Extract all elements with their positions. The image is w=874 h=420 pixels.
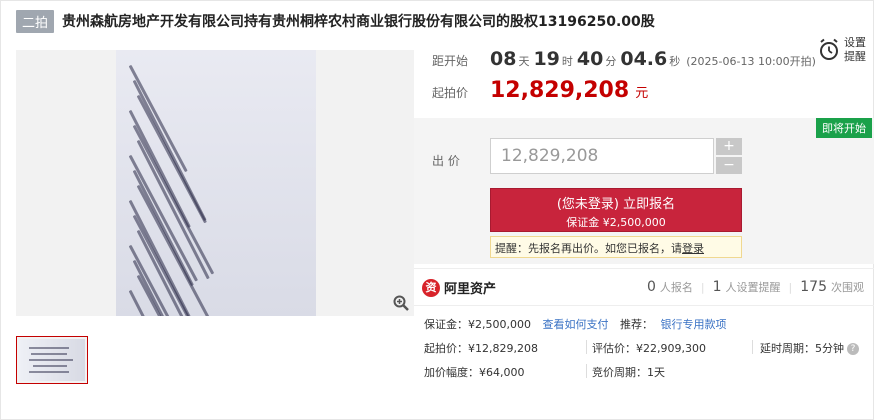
divider: | — [700, 281, 705, 294]
increase-bid-button[interactable]: + — [716, 138, 742, 155]
views-count: 175 — [800, 279, 827, 295]
bid-increment: 加价幅度：¥64,000 — [424, 366, 525, 379]
divider: | — [788, 281, 793, 294]
auction-stats: 0 人报名 | 1 人设置提醒 | 175 次围观 — [647, 279, 864, 295]
delay-period-text: 延时周期：5分钟 — [760, 342, 844, 355]
status-badge: 即将开始 — [816, 118, 872, 138]
login-tip: 提醒：先报名再出价。如您已报名，请登录 — [490, 236, 742, 258]
thumbnail[interactable] — [16, 336, 88, 384]
deposit-text: 保证金：¥2,500,000 — [424, 318, 531, 331]
round-tag: 二拍 — [16, 9, 55, 33]
countdown-label: 距开始 — [432, 54, 469, 68]
start-price-value: 12,829,208 — [490, 78, 630, 103]
alarm-clock-icon — [820, 38, 838, 60]
column-divider — [752, 340, 753, 354]
recommend-label: 推荐： — [619, 318, 653, 331]
deposit-row: 保证金：¥2,500,000 查看如何支付 推荐： 银行专用款项 — [424, 316, 726, 332]
decrease-bid-button[interactable]: − — [716, 157, 742, 174]
ali-assets-icon: 资 — [422, 278, 440, 297]
auction-period: 竞价周期：1天 — [592, 366, 665, 379]
second-unit: 秒 — [669, 55, 681, 68]
applicants-count: 0 — [646, 279, 656, 295]
countdown-hours: 19 — [533, 48, 560, 70]
how-to-pay-link[interactable]: 查看如何支付 — [542, 318, 608, 331]
reminder-label-2: 提醒 — [844, 50, 866, 63]
bid-label: 出 价 — [432, 154, 460, 168]
start-price-unit: 元 — [635, 86, 649, 101]
stats-row: 资 阿里资产 0 人报名 | 1 人设置提醒 | 175 次围观 — [414, 268, 874, 306]
bid-panel: 即将开始 出 价 12,829,208 + − (您未登录) 立即报名 保证金 … — [414, 118, 874, 264]
main-image[interactable] — [16, 50, 414, 316]
day-unit: 天 — [518, 55, 530, 68]
register-button[interactable]: (您未登录) 立即报名 保证金 ¥2,500,000 — [490, 188, 742, 232]
bid-stepper: + − — [716, 138, 742, 174]
countdown: 距开始 08 天 19 时 40 分 04.6 秒 (2025-06-13 10… — [432, 48, 816, 70]
hour-unit: 时 — [561, 55, 573, 68]
applicants-label: 人报名 — [659, 281, 693, 294]
reminders-label: 人设置提醒 — [725, 281, 781, 294]
delay-period: 延时周期：5分钟? — [760, 340, 859, 356]
zoom-icon[interactable] — [392, 294, 410, 312]
views-label: 次围观 — [831, 281, 864, 294]
countdown-seconds: 04.6 — [620, 48, 668, 70]
set-reminder-button[interactable]: 设置 提醒 — [818, 36, 866, 64]
register-button-deposit: 保证金 ¥2,500,000 — [566, 216, 666, 229]
thumbnail-image — [19, 339, 85, 381]
platform-name: 阿里资产 — [444, 282, 497, 297]
countdown-minutes: 40 — [576, 48, 604, 70]
register-button-label: (您未登录) 立即报名 — [556, 197, 676, 212]
start-price-label: 起拍价 — [432, 86, 469, 100]
platform-logo: 资 阿里资产 — [422, 278, 496, 297]
countdown-days: 08 — [490, 48, 517, 70]
minute-unit: 分 — [605, 55, 617, 68]
start-time: (2025-06-13 10:00开拍) — [686, 55, 816, 68]
column-divider — [586, 340, 587, 354]
start-price-detail: 起拍价：¥12,829,208 — [424, 342, 538, 355]
login-link[interactable]: 登录 — [682, 242, 704, 255]
start-price-row: 起拍价 12,829,208 元 — [432, 78, 648, 103]
bank-loan-link[interactable]: 银行专用款项 — [660, 318, 726, 331]
reminder-label-1: 设置 — [844, 36, 866, 49]
help-icon[interactable]: ? — [847, 343, 859, 355]
appraisal-price: 评估价：¥22,909,300 — [592, 342, 706, 355]
reminders-count: 1 — [712, 279, 722, 295]
title-bar: 二拍 贵州森航房地产开发有限公司持有贵州桐梓农村商业银行股份有限公司的股权131… — [16, 9, 655, 33]
document-photo — [116, 50, 316, 316]
column-divider — [586, 364, 587, 378]
document-text-line — [128, 64, 188, 173]
tip-text: 提醒：先报名再出价。如您已报名，请 — [495, 242, 682, 255]
bid-amount-input[interactable]: 12,829,208 — [490, 138, 714, 174]
page-title: 贵州森航房地产开发有限公司持有贵州桐梓农村商业银行股份有限公司的股权131962… — [62, 14, 655, 30]
